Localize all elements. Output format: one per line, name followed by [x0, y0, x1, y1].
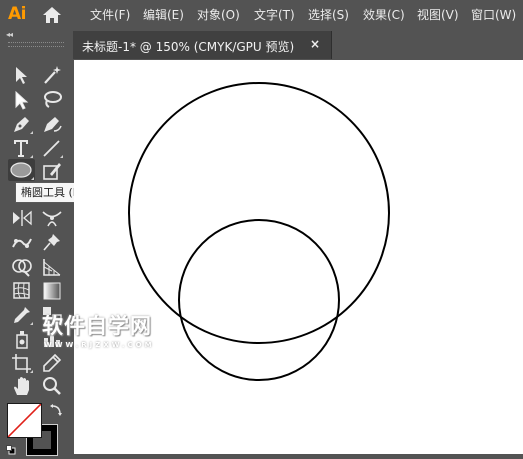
- menu-file[interactable]: 文件(F): [90, 7, 130, 23]
- zoom-tool-icon[interactable]: [40, 375, 64, 397]
- shape-builder-tool-icon[interactable]: [10, 256, 34, 278]
- hand-tool-icon[interactable]: [10, 375, 34, 397]
- reflect-tool-icon[interactable]: [10, 207, 34, 229]
- column-graph-tool-icon[interactable]: [40, 328, 64, 350]
- ellipse-tool-icon[interactable]: [8, 159, 35, 181]
- menu-select[interactable]: 选择(S): [308, 7, 349, 23]
- collapse-panel-icon[interactable]: ◂◂: [6, 30, 13, 39]
- puppet-warp-tool-icon[interactable]: [10, 231, 34, 253]
- swap-fill-stroke-icon[interactable]: [49, 403, 63, 417]
- small-circle[interactable]: [178, 219, 340, 381]
- blend-tool-icon[interactable]: [40, 304, 64, 326]
- panel-grip[interactable]: [8, 42, 64, 47]
- width-tool-icon[interactable]: [40, 207, 64, 229]
- fill-color-swatch[interactable]: [7, 403, 42, 438]
- app-logo: Ai: [8, 4, 26, 24]
- document-tab-title: 未标题-1* @ 150% (CMYK/GPU 预览): [82, 40, 295, 54]
- document-tabstrip: 未标题-1* @ 150% (CMYK/GPU 预览) ×: [73, 30, 523, 59]
- default-colors-icon[interactable]: [6, 440, 16, 455]
- curvature-tool-icon[interactable]: [40, 113, 64, 135]
- direct-selection-tool-icon[interactable]: [10, 89, 34, 111]
- home-icon[interactable]: [42, 6, 62, 24]
- menu-object[interactable]: 对象(O): [197, 7, 240, 23]
- close-tab-icon[interactable]: ×: [310, 37, 320, 51]
- large-circle[interactable]: [128, 82, 390, 344]
- type-tool-icon[interactable]: [10, 137, 34, 159]
- menu-effect[interactable]: 效果(C): [363, 7, 405, 23]
- shaper-tool-icon[interactable]: [40, 160, 64, 182]
- menu-edit[interactable]: 编辑(E): [143, 7, 184, 23]
- menu-type[interactable]: 文字(T): [254, 7, 295, 23]
- magic-wand-tool-icon[interactable]: [40, 64, 64, 86]
- lasso-tool-icon[interactable]: [40, 89, 64, 111]
- line-segment-tool-icon[interactable]: [40, 137, 64, 159]
- mesh-tool-icon[interactable]: [10, 280, 34, 302]
- perspective-grid-tool-icon[interactable]: [40, 256, 64, 278]
- canvas-artwork: [128, 82, 390, 381]
- eyedropper-tool-icon[interactable]: [10, 304, 34, 326]
- pen-tool-icon[interactable]: [10, 113, 34, 135]
- menu-view[interactable]: 视图(V): [417, 7, 459, 23]
- artboard-canvas[interactable]: [74, 60, 523, 454]
- selection-tool-icon[interactable]: [10, 64, 34, 86]
- slice-tool-icon[interactable]: [40, 352, 64, 374]
- symbol-sprayer-tool-icon[interactable]: [10, 328, 34, 350]
- menu-window[interactable]: 窗口(W): [471, 7, 516, 23]
- menu-bar: Ai 文件(F) 编辑(E) 对象(O) 文字(T) 选择(S) 效果(C) 视…: [0, 0, 523, 30]
- document-tab[interactable]: 未标题-1* @ 150% (CMYK/GPU 预览) ×: [73, 31, 332, 59]
- gradient-tool-icon[interactable]: [40, 280, 64, 302]
- artboard-tool-icon[interactable]: [10, 352, 34, 374]
- pin-tool-icon[interactable]: [40, 231, 64, 253]
